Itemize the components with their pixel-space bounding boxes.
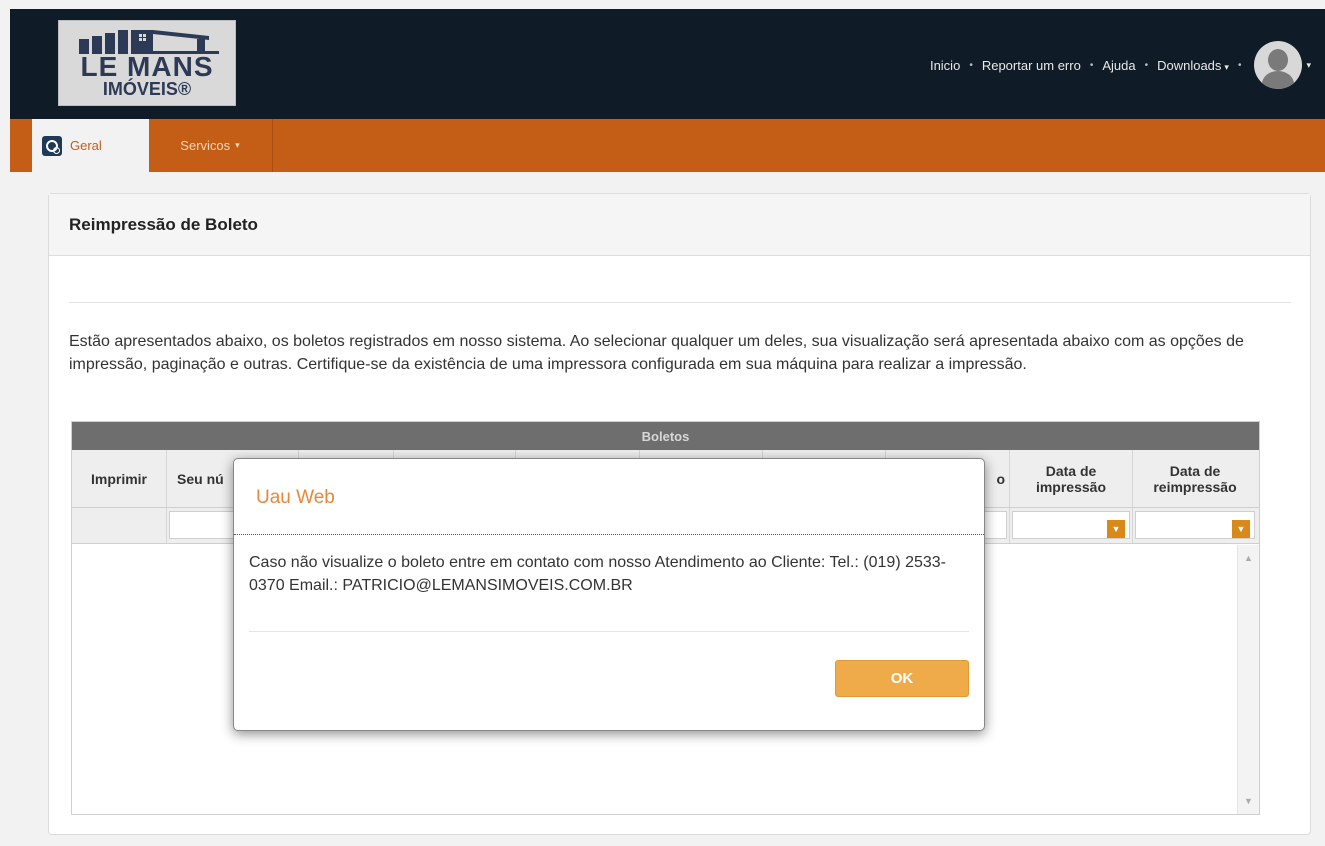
nav-ajuda-link[interactable]: Ajuda <box>1102 58 1135 73</box>
dialog-footer-divider <box>249 631 969 632</box>
logo-text-le-mans: LE MANS <box>80 51 214 82</box>
nav-separator: • <box>1237 59 1242 71</box>
top-strip <box>0 0 1325 9</box>
filter-date-reimpressao[interactable]: ▼ <box>1135 511 1255 539</box>
user-avatar[interactable] <box>1254 41 1303 89</box>
dialog-title: Uau Web <box>256 487 335 508</box>
col-header-data-impressao[interactable]: Data de impressão <box>1010 450 1133 507</box>
scroll-down-arrow-icon[interactable]: ▼ <box>1244 796 1253 806</box>
filter-cell: ▼ <box>1010 508 1133 543</box>
dialog-divider <box>234 534 984 535</box>
nav-separator: • <box>1089 59 1094 71</box>
user-icon-body <box>1262 71 1295 89</box>
nav-separator: • <box>969 59 973 71</box>
chevron-down-icon: ▾ <box>235 140 240 150</box>
top-nav: Inicio • Reportar um erro • Ajuda • Down… <box>930 41 1311 89</box>
le-mans-logo[interactable]: LE MANS IMÓVEIS® <box>58 20 236 106</box>
nav-downloads-dropdown[interactable]: Downloads ▾ <box>1157 58 1229 73</box>
grid-title: Boletos <box>72 422 1259 450</box>
nav-reportar-erro-link[interactable]: Reportar um erro <box>982 58 1081 73</box>
tab-servicos-label: Servicos <box>180 138 231 153</box>
top-header: LE MANS IMÓVEIS® Inicio • Reportar um er… <box>10 9 1325 119</box>
chevron-down-icon[interactable]: ▾ <box>1306 60 1311 71</box>
col-header-data-reimpressao[interactable]: Data de reimpressão <box>1133 450 1257 507</box>
page-title: Reimpressão de Boleto <box>49 194 1310 256</box>
chevron-down-icon: ▾ <box>1224 61 1229 72</box>
tab-geral-label: Geral <box>70 138 102 153</box>
sub-nav-bar: Geral Servicos ▾ <box>10 119 1325 172</box>
description-text: Estão apresentados abaixo, os boletos re… <box>69 333 1244 373</box>
scroll-up-arrow-icon[interactable]: ▲ <box>1244 553 1253 563</box>
user-icon-head <box>1268 49 1289 71</box>
dropdown-arrow-icon[interactable]: ▼ <box>1232 520 1250 538</box>
settings-gears-icon <box>42 135 62 156</box>
vertical-scrollbar[interactable]: ▲ ▼ <box>1237 545 1259 814</box>
dropdown-arrow-icon[interactable]: ▼ <box>1107 520 1125 538</box>
filter-cell <box>72 508 167 543</box>
col-header-imprimir[interactable]: Imprimir <box>72 450 167 507</box>
left-strip <box>0 0 10 846</box>
logo-text-imoveis: IMÓVEIS® <box>102 79 192 99</box>
alert-dialog: Uau Web Caso não visualize o boleto entr… <box>233 458 985 731</box>
filter-date-impressao[interactable]: ▼ <box>1012 511 1130 539</box>
nav-downloads-label: Downloads <box>1157 57 1222 73</box>
ok-button[interactable]: OK <box>835 660 969 697</box>
nav-separator: • <box>1144 59 1149 71</box>
dialog-message: Caso não visualize o boleto entre em con… <box>249 554 947 594</box>
divider <box>69 302 1291 303</box>
filter-cell: ▼ <box>1133 508 1257 543</box>
nav-inicio-link[interactable]: Inicio <box>930 58 960 73</box>
tab-geral[interactable]: Geral <box>32 119 149 172</box>
tab-servicos[interactable]: Servicos ▾ <box>148 119 273 172</box>
